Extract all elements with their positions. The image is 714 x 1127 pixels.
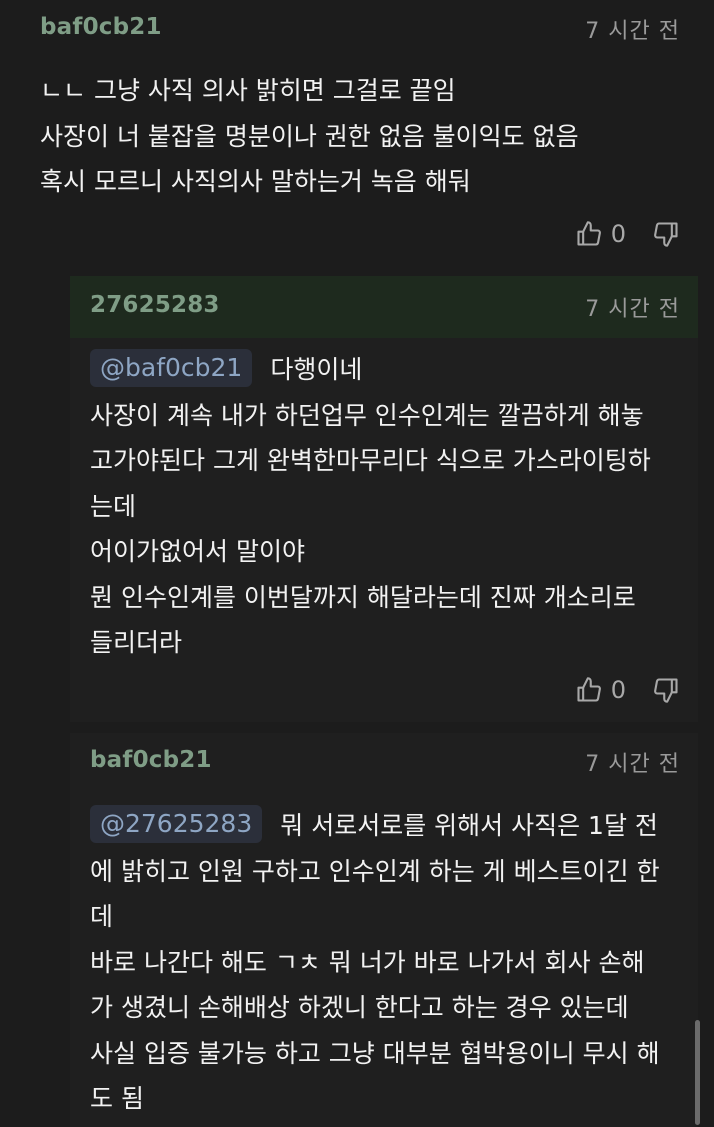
comment-line: 뭔 인수인계를 이번달까지 해달라는데 진짜 개소리로 [90, 582, 636, 612]
comment-body: ㄴㄴ 그냥 사직 의사 밝히면 그걸로 끝임 사장이 너 붙잡을 명분이나 권한… [40, 68, 579, 205]
comment-author[interactable]: 27625283 [90, 292, 220, 318]
dislike-button[interactable] [652, 676, 680, 704]
comment-author[interactable]: baf0cb21 [40, 14, 162, 40]
comment-time: 7 시간 전 [585, 297, 680, 322]
comment-line: 혹시 모르니 사직의사 말하는거 녹음 해둬 [40, 167, 471, 196]
comment-body: @baf0cb21 다행이네 사장이 계속 내가 하던업무 인수인계는 깔끔하게 … [90, 347, 651, 666]
comment-line: 사장이 너 붙잡을 명분이나 권한 없음 불이익도 없음 [40, 121, 579, 151]
comment-time: 7 시간 전 [585, 19, 680, 44]
comment-body: @27625283 뭐 서로서로를 위해서 사직은 1달 전 에 밝히고 인원 구… [90, 803, 660, 1122]
like-button[interactable]: 0 [575, 676, 626, 704]
comment-line: 도 됨 [90, 1084, 144, 1113]
like-count: 0 [610, 676, 626, 704]
dislike-button[interactable] [652, 220, 680, 248]
scrollbar[interactable] [695, 1020, 700, 1125]
thumbs-up-icon [577, 221, 601, 246]
comment-line: 바로 나간다 해도 ㄱㅊ 뭐 너가 바로 나가서 회사 손해 [90, 947, 645, 977]
comment-time: 7 시간 전 [585, 752, 680, 777]
comment-line: 사장이 계속 내가 하던업무 인수인계는 깔끔하게 해놓 [90, 400, 644, 430]
comment-line: 는데 [90, 491, 137, 521]
comment-thread: baf0cb21 7 시간 전 ㄴㄴ 그냥 사직 의사 밝히면 그걸로 끝임 사… [0, 0, 714, 1127]
vote-bar: 0 [575, 214, 680, 254]
comment-line: @27625283 뭐 서로서로를 위해서 사직은 1달 전 [90, 803, 660, 849]
comment-line: 사실 입증 불가능 하고 그냥 대부분 협박용이니 무시 해 [90, 1038, 660, 1068]
comment-first-line: 뭐 서로서로를 위해서 사직은 1달 전 [280, 811, 658, 840]
comment-author[interactable]: baf0cb21 [90, 747, 212, 773]
comment-line: 고가야된다 그게 완벽한마무리다 식으로 가스라이팅하 [90, 446, 651, 475]
comment-line: 에 밝히고 인원 구하고 인수인계 하는 게 베스트이긴 한 [90, 856, 660, 886]
comment-line: 어이가없어서 말이야 [90, 537, 305, 566]
comment-header: baf0cb21 7 시간 전 [0, 0, 714, 60]
comment: baf0cb21 7 시간 전 ㄴㄴ 그냥 사직 의사 밝히면 그걸로 끝임 사… [0, 0, 714, 270]
reply: 27625283 7 시간 전 @baf0cb21 다행이네 사장이 계속 내가 … [0, 276, 714, 726]
like-button[interactable]: 0 [575, 220, 626, 248]
comment-line: ㄴㄴ 그냥 사직 의사 밝히면 그걸로 끝임 [40, 76, 456, 105]
thumbs-down-icon [654, 678, 678, 703]
mention-tag[interactable]: @baf0cb21 [90, 349, 253, 387]
reply: baf0cb21 7 시간 전 @27625283 뭐 서로서로를 위해서 사직은… [0, 733, 714, 1127]
comment-header: baf0cb21 7 시간 전 [0, 733, 714, 793]
mention-tag[interactable]: @27625283 [90, 805, 263, 843]
thumbs-down-icon [654, 222, 678, 247]
thumbs-up-icon [577, 677, 601, 702]
comment-header: 27625283 7 시간 전 [0, 278, 714, 338]
comment-line: 들리더라 [90, 628, 183, 657]
comment-line: 가 생겼니 손해배상 하겠니 한다고 하는 경우 있는데 [90, 993, 629, 1022]
comment-line: @baf0cb21 다행이네 [90, 347, 651, 393]
vote-bar: 0 [575, 670, 680, 710]
comment-line: 데 [90, 902, 114, 931]
comment-first-line: 다행이네 [270, 355, 363, 384]
like-count: 0 [610, 220, 626, 248]
